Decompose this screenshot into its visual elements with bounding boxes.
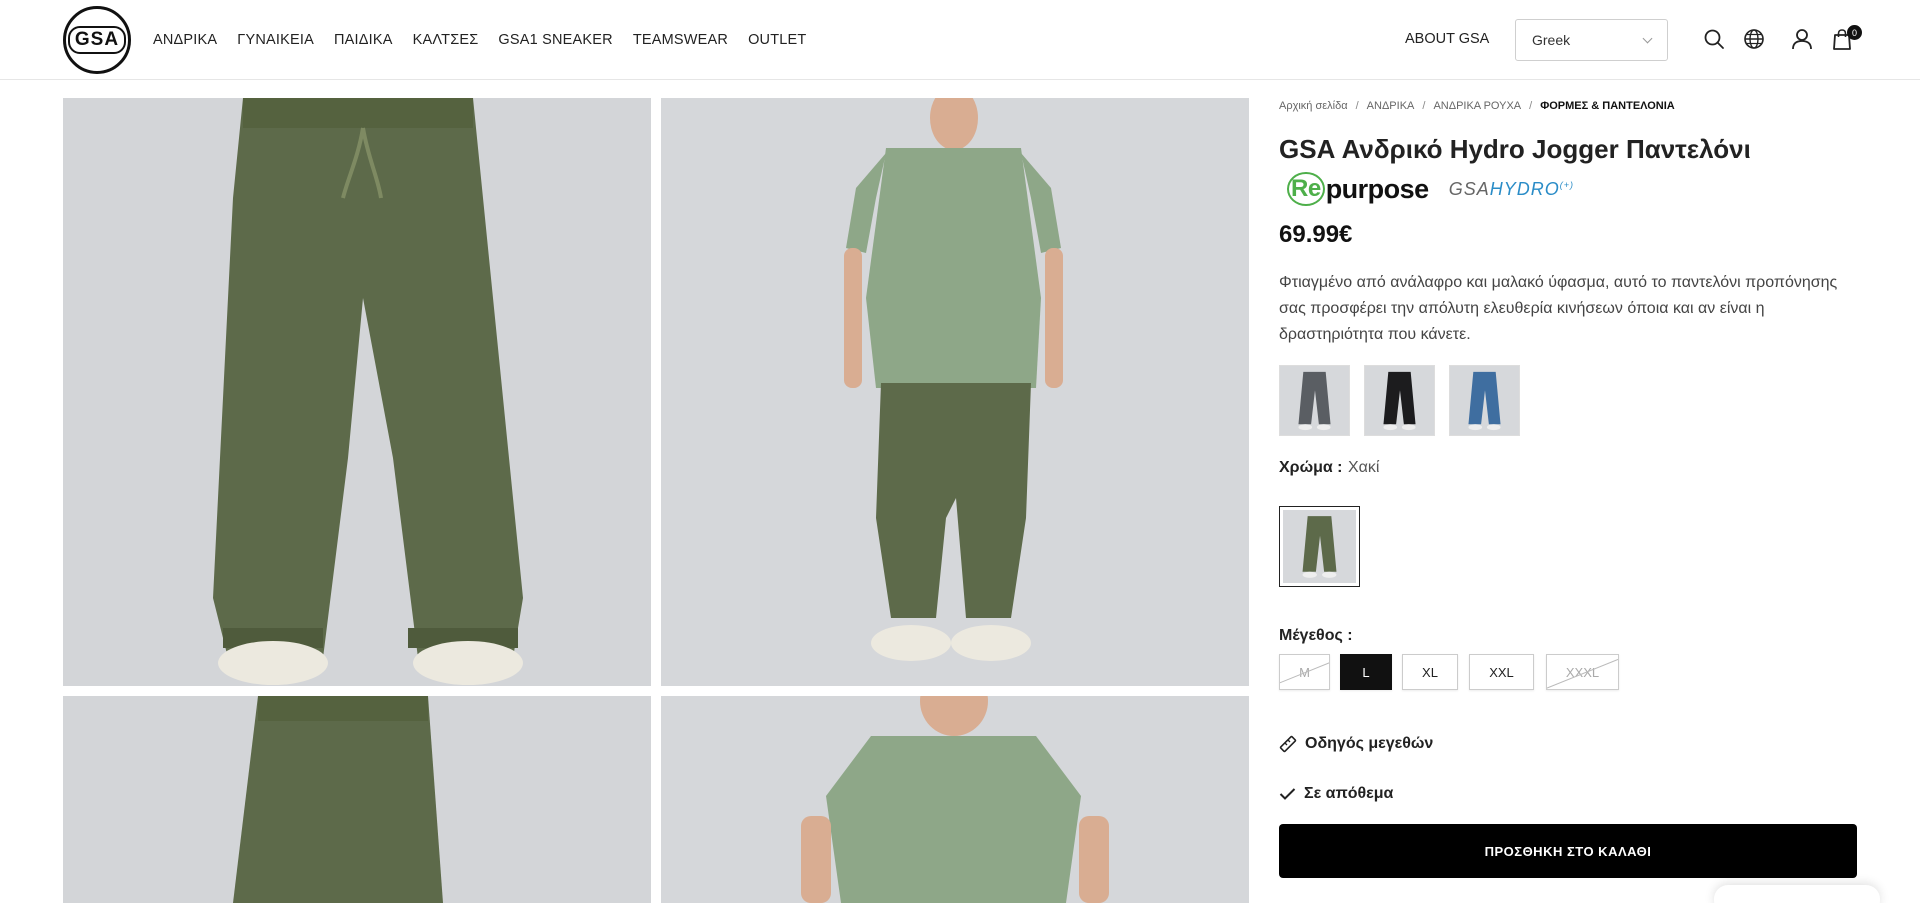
size-option-l[interactable]: L [1340,654,1392,690]
product-price: 69.99€ [1279,221,1353,248]
about-link[interactable]: ABOUT GSA [1405,31,1489,47]
product-image-full-body[interactable] [661,98,1249,686]
variant-thumb-blue[interactable] [1449,365,1520,436]
nav-link-outlet[interactable]: OUTLET [748,32,806,48]
checkmark-icon [1279,788,1296,800]
nav-link-socks[interactable]: ΚΑΛΤΣΕΣ [413,32,479,48]
nav-link-gsa1-sneaker[interactable]: GSA1 SNEAKER [498,32,612,48]
nav-link-women[interactable]: ΓΥΝΑΙΚΕΙΑ [237,32,314,48]
color-value: Χακί [1348,459,1380,476]
product-title: GSA Ανδρικό Hydro Jogger Παντελόνι [1279,134,1751,164]
globe-icon[interactable] [1743,28,1765,50]
product-description: Φτιαγμένο από ανάλαφρο και μαλακό ύφασμα… [1279,274,1838,343]
breadcrumb-current: ΦΟΡΜΕΣ & ΠΑΝΤΕΛΟΝΙΑ [1540,100,1675,112]
language-select[interactable]: Greek [1515,19,1668,61]
add-to-cart-button[interactable]: ΠΡΟΣΘΗΚΗ ΣΤΟ ΚΑΛΑΘΙ [1279,824,1857,878]
main-nav: ΑΝΔΡΙΚΑ ΓΥΝΑΙΚΕΙΑ ΠΑΙΔΙΚΑ ΚΑΛΤΣΕΣ GSA1 S… [153,0,806,80]
breadcrumb-separator: / [1529,100,1533,112]
size-option-xl[interactable]: XL [1402,654,1458,690]
stock-label: Σε απόθεμα [1304,785,1394,802]
product-image-side-closeup[interactable] [63,696,651,903]
breadcrumb-separator: / [1422,100,1426,112]
nav-link-teamswear[interactable]: TEAMSWEAR [633,32,728,48]
language-value: Greek [1532,32,1571,48]
color-label: Χρώμα : [1279,459,1343,476]
repurpose-logo: Re purpose [1287,172,1429,206]
product-image-shirt-front[interactable] [661,696,1249,903]
variant-thumb-grey[interactable] [1279,365,1350,436]
size-option-m[interactable]: M [1279,654,1330,690]
size-label: Μέγεθος : [1279,627,1353,644]
size-option-xxxl[interactable]: XXXL [1546,654,1619,690]
breadcrumb-home[interactable]: Αρχική σελίδα [1279,100,1348,112]
chat-widget[interactable] [1714,885,1880,903]
gsa-logo[interactable]: GSA [63,6,131,74]
nav-link-kids[interactable]: ΠΑΙΔΙΚΑ [334,32,393,48]
cart-count-badge: 0 [1847,25,1862,40]
nav-link-men[interactable]: ΑΝΔΡΙΚΑ [153,32,217,48]
breadcrumb-men[interactable]: ΑΝΔΡΙΚΑ [1367,100,1415,112]
size-guide-link[interactable]: Οδηγός μεγεθών [1279,735,1433,753]
user-icon[interactable] [1791,28,1813,50]
gsa-hydro-logo: GSAHYDRO(+) [1448,178,1574,199]
variant-thumb-black[interactable] [1364,365,1435,436]
breadcrumb-separator: / [1355,100,1359,112]
color-swatch-khaki[interactable] [1279,506,1360,587]
logo-text: GSA [67,26,127,54]
search-icon[interactable] [1703,28,1725,50]
breadcrumb: Αρχική σελίδα / ΑΝΔΡΙΚΑ / ΑΝΔΡΙΚΑ ΡΟΥΧΑ … [1279,100,1675,112]
product-image-front-closeup[interactable] [63,98,651,686]
breadcrumb-men-clothing[interactable]: ΑΝΔΡΙΚΑ ΡΟΥΧΑ [1433,100,1521,112]
chevron-down-icon [1642,33,1653,43]
size-option-xxl[interactable]: XXL [1469,654,1534,690]
size-guide-label: Οδηγός μεγεθών [1305,735,1434,752]
stock-status: Σε απόθεμα [1279,785,1393,803]
site-header: GSA ΑΝΔΡΙΚΑ ΓΥΝΑΙΚΕΙΑ ΠΑΙΔΙΚΑ ΚΑΛΤΣΕΣ GS… [0,0,1920,80]
ruler-icon [1279,735,1297,753]
product-badges: Re purpose GSAHYDRO(+) [1287,172,1574,206]
